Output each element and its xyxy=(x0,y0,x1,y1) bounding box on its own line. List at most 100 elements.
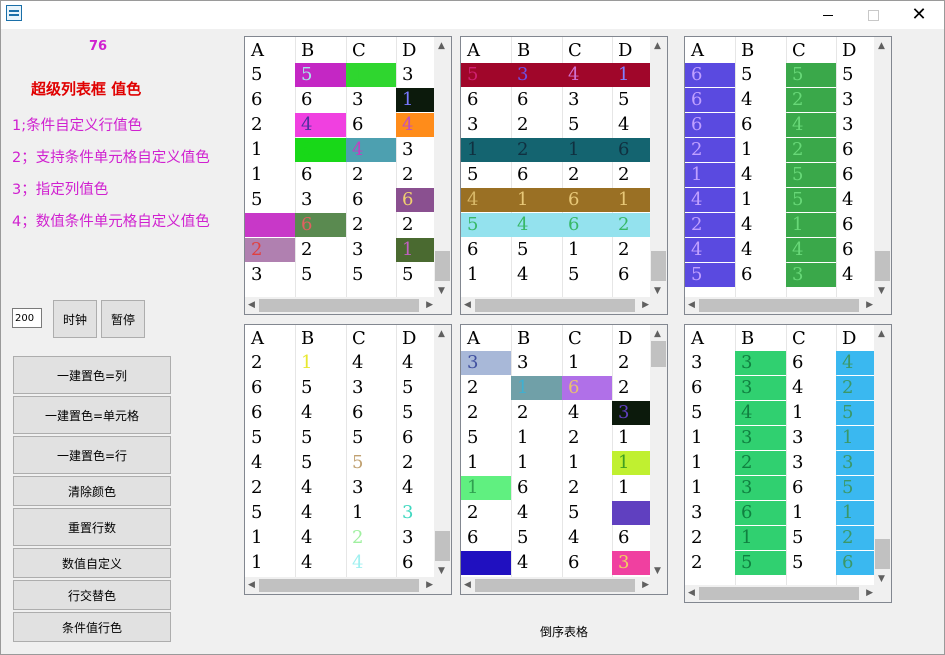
table-cell[interactable]: 5 xyxy=(562,263,612,287)
scroll-right-arrow-icon[interactable]: ▶ xyxy=(642,581,649,590)
table-cell[interactable]: 4 xyxy=(295,113,346,137)
table-cell[interactable]: 1 xyxy=(346,501,396,525)
table-cell[interactable]: 4 xyxy=(786,113,836,137)
table-cell[interactable]: 2 xyxy=(562,163,612,187)
table-cell[interactable]: 1 xyxy=(685,476,735,500)
reset-rows-button[interactable]: 重置行数 xyxy=(13,508,171,546)
minimize-button[interactable] xyxy=(805,1,851,29)
table-cell[interactable]: 2 xyxy=(786,138,836,162)
table-cell[interactable]: 1 xyxy=(612,63,652,87)
list-grid-1[interactable]: ABCD551366312464164316225366262222313555… xyxy=(244,36,452,315)
scroll-right-arrow-icon[interactable]: ▶ xyxy=(426,581,433,590)
table-cell[interactable]: 1 xyxy=(245,163,295,187)
table-cell[interactable]: 5 xyxy=(562,113,612,137)
scroll-right-arrow-icon[interactable]: ▶ xyxy=(866,301,873,310)
horizontal-scrollbar[interactable]: ◀ ▶ xyxy=(685,297,876,314)
table-cell[interactable]: 6 xyxy=(346,113,396,137)
table-cell[interactable]: 1 xyxy=(461,451,511,475)
table-cell[interactable]: 4 xyxy=(295,476,346,500)
table-cell[interactable]: 5 xyxy=(786,63,836,87)
scroll-up-arrow-icon[interactable]: ▲ xyxy=(878,330,885,339)
table-cell[interactable]: 4 xyxy=(396,476,436,500)
column-header-d[interactable]: D xyxy=(836,327,876,353)
table-cell[interactable]: 5 xyxy=(786,526,836,550)
table-cell[interactable]: 4 xyxy=(396,113,436,137)
table-cell[interactable]: 3 xyxy=(836,451,876,475)
table-cell[interactable]: 5 xyxy=(396,376,436,400)
table-cell[interactable]: 4 xyxy=(295,551,346,575)
table-cell[interactable]: 5 xyxy=(295,426,346,450)
table-cell[interactable]: 1 xyxy=(461,263,511,287)
table-cell[interactable]: 1 xyxy=(735,138,786,162)
table-cell[interactable]: 4 xyxy=(346,551,396,575)
list-grid-2[interactable]: ABCD534166353254121656224161546265121456… xyxy=(460,36,668,315)
table-cell[interactable]: 2 xyxy=(836,376,876,400)
table-cell[interactable]: 1 xyxy=(612,476,652,500)
table-cell[interactable]: 3 xyxy=(786,451,836,475)
scroll-down-arrow-icon[interactable]: ▼ xyxy=(438,567,445,576)
table-cell[interactable]: 4 xyxy=(836,351,876,375)
table-cell[interactable]: 2 xyxy=(295,238,346,262)
table-cell[interactable]: 2 xyxy=(685,526,735,550)
table-cell[interactable]: 5 xyxy=(461,551,511,575)
table-cell[interactable]: 1 xyxy=(735,188,786,212)
vertical-scrollbar[interactable]: ▲ ▼ xyxy=(434,37,451,299)
table-cell[interactable]: 1 xyxy=(685,451,735,475)
table-cell[interactable]: 1 xyxy=(511,426,562,450)
table-cell[interactable]: 6 xyxy=(295,163,346,187)
table-cell[interactable]: 3 xyxy=(461,351,511,375)
table-cell[interactable]: 6 xyxy=(245,376,295,400)
table-cell[interactable]: 3 xyxy=(295,188,346,212)
column-header-a[interactable]: A xyxy=(461,327,511,353)
table-cell[interactable]: 5 xyxy=(295,63,346,87)
table-cell[interactable]: 5 xyxy=(511,526,562,550)
column-header-a[interactable]: A xyxy=(245,327,295,353)
table-cell[interactable]: 6 xyxy=(511,88,562,112)
table-cell[interactable]: 5 xyxy=(396,401,436,425)
column-header-d[interactable]: D xyxy=(396,39,436,65)
vertical-scrollbar[interactable]: ▲ ▼ xyxy=(874,325,891,587)
table-cell[interactable]: 4 xyxy=(786,238,836,262)
table-cell[interactable]: 5 xyxy=(295,376,346,400)
table-cell[interactable]: 6 xyxy=(685,88,735,112)
table-cell[interactable]: 1 xyxy=(562,138,612,162)
vertical-scrollbar[interactable]: ▲ ▼ xyxy=(650,37,667,299)
table-cell[interactable]: 5 xyxy=(612,88,652,112)
table-cell[interactable]: 2 xyxy=(735,451,786,475)
table-cell[interactable]: 4 xyxy=(461,188,511,212)
column-header-d[interactable]: D xyxy=(612,327,652,353)
column-header-a[interactable]: A xyxy=(245,39,295,65)
table-cell[interactable]: 1 xyxy=(786,501,836,525)
table-cell[interactable]: 2 xyxy=(612,376,652,400)
scroll-left-arrow-icon[interactable]: ◀ xyxy=(464,581,471,590)
table-cell[interactable]: 1 xyxy=(461,138,511,162)
table-cell[interactable]: 6 xyxy=(612,138,652,162)
scroll-left-arrow-icon[interactable]: ◀ xyxy=(688,589,695,598)
table-cell[interactable]: 3 xyxy=(836,113,876,137)
column-header-c[interactable]: C xyxy=(346,327,396,353)
table-cell[interactable]: 2 xyxy=(612,163,652,187)
scroll-down-arrow-icon[interactable]: ▼ xyxy=(654,567,661,576)
set-cell-color-button[interactable]: 一建置色=单元格 xyxy=(13,396,171,434)
table-cell[interactable]: 3 xyxy=(786,426,836,450)
table-cell[interactable]: 1 xyxy=(245,526,295,550)
table-cell[interactable]: 5 xyxy=(461,163,511,187)
table-cell[interactable]: 4 xyxy=(511,551,562,575)
table-cell[interactable]: 2 xyxy=(511,138,562,162)
table-cell[interactable]: 5 xyxy=(562,501,612,525)
table-cell[interactable]: 3 xyxy=(396,138,436,162)
column-header-a[interactable]: A xyxy=(685,327,735,353)
table-cell[interactable]: 1 xyxy=(245,138,295,162)
scroll-left-arrow-icon[interactable]: ◀ xyxy=(688,301,695,310)
list-grid-4[interactable]: ABCD214465356465555645522434541314231446… xyxy=(244,324,452,595)
table-cell[interactable]: 4 xyxy=(562,401,612,425)
table-cell[interactable]: 5 xyxy=(836,63,876,87)
scroll-left-arrow-icon[interactable]: ◀ xyxy=(248,301,255,310)
table-cell[interactable]: 5 xyxy=(786,163,836,187)
table-cell[interactable]: 5 xyxy=(346,426,396,450)
table-cell[interactable]: 1 xyxy=(685,163,735,187)
table-cell[interactable]: 2 xyxy=(461,401,511,425)
table-cell[interactable]: 1 xyxy=(396,238,436,262)
column-header-c[interactable]: C xyxy=(562,327,612,353)
horizontal-scrollbar[interactable]: ◀ ▶ xyxy=(245,577,436,594)
